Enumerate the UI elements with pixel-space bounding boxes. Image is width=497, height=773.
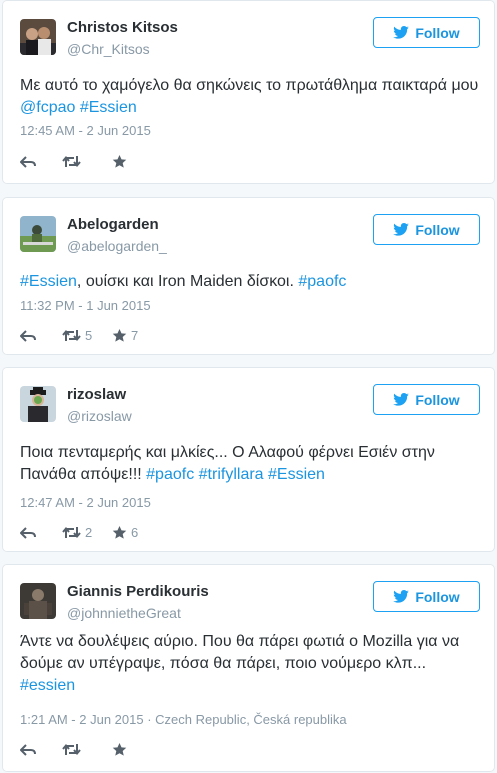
follow-button[interactable]: Follow (373, 214, 480, 245)
tweet-text: Άντε να δουλέψεις αύριο. Που θα πάρει φω… (20, 631, 480, 697)
mention-link[interactable]: @fcpao (20, 99, 75, 116)
favorite-button[interactable] (112, 742, 127, 757)
user-handle[interactable]: @abelogarden_ (67, 238, 167, 254)
avatar[interactable] (20, 216, 56, 252)
star-icon (112, 328, 127, 342)
favorite-button[interactable]: 7 (112, 328, 138, 343)
retweet-icon (62, 526, 81, 539)
retweet-count: 5 (85, 328, 93, 343)
follow-label: Follow (415, 588, 460, 605)
tweet-body: Με αυτό το χαμόγελο θα σηκώνεις το πρωτά… (20, 77, 479, 94)
retweet-icon (62, 743, 81, 756)
avatar[interactable] (20, 386, 56, 422)
tweet-actions (20, 742, 127, 757)
bird-icon (393, 223, 410, 236)
bird-icon (393, 26, 410, 39)
reply-icon (20, 526, 36, 539)
follow-button[interactable]: Follow (373, 581, 480, 612)
star-icon (112, 742, 127, 756)
reply-button[interactable] (20, 743, 62, 756)
retweet-button[interactable]: 2 (62, 525, 112, 540)
favorite-count: 7 (131, 328, 139, 343)
favorite-count: 6 (131, 525, 139, 540)
tweet-timestamp[interactable]: 11:32 PM - 1 Jun 2015 (20, 298, 151, 313)
bird-icon (393, 590, 410, 603)
follow-button[interactable]: Follow (373, 384, 480, 415)
hashtag-link[interactable]: #essien (20, 677, 75, 694)
retweet-button[interactable] (62, 155, 112, 168)
hashtag-link[interactable]: #Essien (80, 99, 137, 116)
favorite-button[interactable] (112, 154, 127, 169)
tweet-actions: 5 7 (20, 328, 138, 343)
star-icon (112, 154, 127, 168)
favorite-button[interactable]: 6 (112, 525, 138, 540)
display-name[interactable]: Abelogarden (67, 216, 159, 233)
tweet-text: #Essien, ουίσκι και Iron Maiden δίσκοι. … (20, 271, 480, 293)
display-name[interactable]: Christos Kitsos (67, 19, 178, 36)
reply-icon (20, 155, 36, 168)
follow-label: Follow (415, 221, 460, 238)
tweet-timestamp[interactable]: 12:45 AM - 2 Jun 2015 (20, 123, 151, 138)
tweet-body: , ουίσκι και Iron Maiden δίσκοι. (76, 273, 299, 290)
hashtag-link[interactable]: #paofc (146, 466, 194, 483)
tweet-body: Άντε να δουλέψεις αύριο. Που θα πάρει φω… (20, 633, 460, 672)
tweet-card: Giannis Perdikouris @johnnietheGreat Fol… (2, 564, 495, 772)
user-handle[interactable]: @Chr_Kitsos (67, 41, 150, 57)
hashtag-link[interactable]: #trifyllara (199, 466, 264, 483)
tweet-actions (20, 154, 127, 169)
tweet-card: Christos Kitsos @Chr_Kitsos Follow Με αυ… (2, 0, 495, 184)
bird-icon (393, 393, 410, 406)
reply-icon (20, 329, 36, 342)
hashtag-link[interactable]: #paofc (298, 273, 346, 290)
follow-label: Follow (415, 24, 460, 41)
display-name[interactable]: rizoslaw (67, 386, 126, 403)
retweet-icon (62, 329, 81, 342)
display-name[interactable]: Giannis Perdikouris (67, 583, 209, 600)
reply-icon (20, 743, 36, 756)
user-handle[interactable]: @rizoslaw (67, 408, 132, 424)
tweet-card: rizoslaw @rizoslaw Follow Ποια πενταμερή… (2, 367, 495, 552)
avatar[interactable] (20, 583, 56, 619)
tweet-location[interactable]: · Czech Republic, Česká republika (144, 712, 346, 727)
user-handle[interactable]: @johnnietheGreat (67, 605, 181, 621)
tweet-actions: 2 6 (20, 525, 138, 540)
star-icon (112, 525, 127, 539)
reply-button[interactable] (20, 329, 62, 342)
retweet-button[interactable] (62, 743, 112, 756)
retweet-count: 2 (85, 525, 93, 540)
tweet-meta: 1:21 AM - 2 Jun 2015 · Czech Republic, Č… (20, 712, 347, 727)
tweet-timestamp[interactable]: 1:21 AM - 2 Jun 2015 (20, 712, 144, 727)
tweet-card: Abelogarden @abelogarden_ Follow #Essien… (2, 197, 495, 355)
retweet-icon (62, 155, 81, 168)
tweet-timestamp[interactable]: 12:47 AM - 2 Jun 2015 (20, 495, 151, 510)
tweet-text: Ποια πενταμερής και μλκίες... Ο Αλαφού φ… (20, 442, 480, 486)
follow-label: Follow (415, 391, 460, 408)
hashtag-link[interactable]: #Essien (268, 466, 325, 483)
reply-button[interactable] (20, 155, 62, 168)
retweet-button[interactable]: 5 (62, 328, 112, 343)
follow-button[interactable]: Follow (373, 17, 480, 48)
hashtag-link[interactable]: #Essien (20, 273, 77, 290)
reply-button[interactable] (20, 526, 62, 539)
tweet-text: Με αυτό το χαμόγελο θα σηκώνεις το πρωτά… (20, 75, 480, 119)
avatar[interactable] (20, 19, 56, 55)
